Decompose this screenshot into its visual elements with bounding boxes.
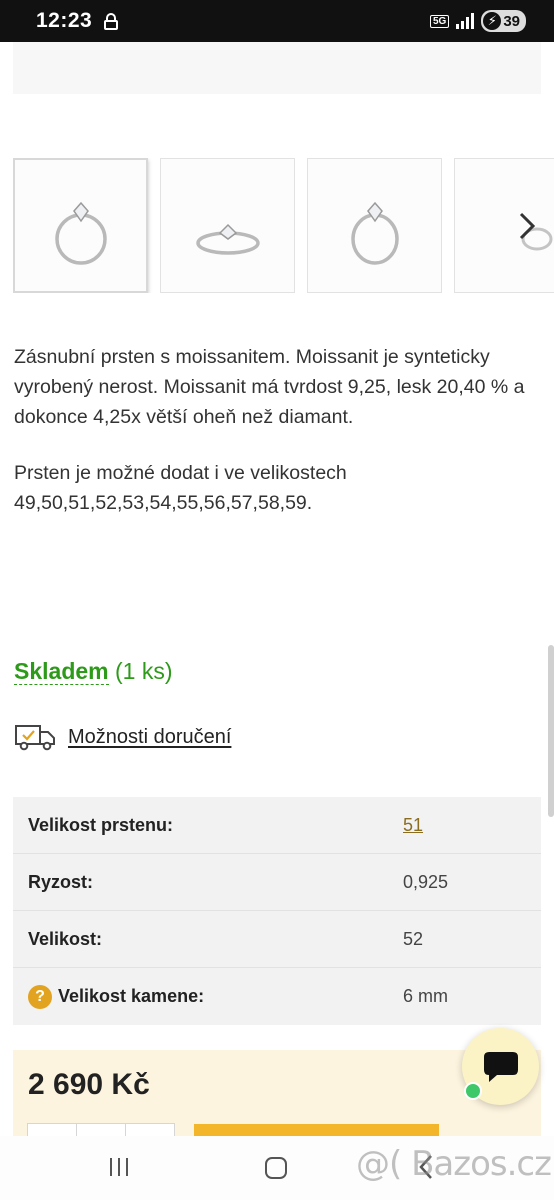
recent-apps-button[interactable] <box>110 1158 128 1176</box>
param-row-purity: Ryzost: 0,925 <box>13 854 541 911</box>
lock-icon <box>104 12 119 30</box>
param-value: 52 <box>403 928 424 949</box>
param-value: 0,925 <box>403 871 449 892</box>
add-to-cart-button[interactable] <box>194 1124 439 1136</box>
ring-size-link[interactable]: 51 <box>403 815 423 836</box>
battery-indicator: ⚡ 39 <box>481 10 526 32</box>
ring-thumbnail-1[interactable] <box>13 158 148 293</box>
bazos-watermark: @( Bazos.cz <box>356 1144 552 1184</box>
stock-status: Skladem (1 ks) <box>14 658 173 685</box>
ring-image <box>195 223 260 255</box>
stock-count: (1 ks) <box>115 658 173 684</box>
ring-thumbnail-2[interactable] <box>160 158 295 293</box>
status-indicators: 5G ⚡ 39 <box>429 10 526 32</box>
scrollbar-thumb[interactable] <box>548 645 554 817</box>
param-row-stone-size: ? Velikost kamene: 6 mm <box>13 968 541 1025</box>
battery-level: 39 <box>503 12 520 30</box>
chat-icon <box>483 1051 518 1082</box>
quantity-increase-button[interactable] <box>126 1124 174 1136</box>
param-label: Velikost kamene: <box>58 986 205 1006</box>
status-time: 12:23 <box>36 9 93 32</box>
product-price: 2 690 Kč <box>28 1068 150 1101</box>
quantity-input[interactable] <box>77 1124 126 1136</box>
available-sizes-text: Prsten je možné dodat i ve velikostech 4… <box>14 462 347 514</box>
main-product-image[interactable] <box>13 42 541 94</box>
ring-thumbnail-3[interactable] <box>307 158 442 293</box>
home-button[interactable] <box>265 1157 287 1179</box>
charging-icon: ⚡ <box>483 12 502 30</box>
truck-icon <box>15 725 55 751</box>
quantity-decrease-button[interactable] <box>28 1124 77 1136</box>
network-type: 5G <box>429 14 450 28</box>
chevron-right-icon[interactable] <box>510 200 544 252</box>
param-label: Velikost prstenu: <box>28 814 174 835</box>
help-icon[interactable]: ? <box>28 984 52 1009</box>
param-label: Velikost: <box>28 928 103 949</box>
delivery-link[interactable]: Možnosti doručení <box>68 726 231 749</box>
thumbnail-gallery <box>13 158 554 293</box>
system-nav-bar: @( Bazos.cz <box>0 1136 554 1200</box>
delivery-options[interactable]: Možnosti doručení <box>14 722 231 752</box>
product-description: Zásnubní prsten s moissanitem. Moissanit… <box>14 346 525 428</box>
param-row-size: Velikost: 52 <box>13 911 541 968</box>
ring-image <box>350 201 399 265</box>
product-parameters: Velikost prstenu: 51 Ryzost: 0,925 Velik… <box>13 797 541 1025</box>
param-label: Ryzost: <box>28 871 94 892</box>
online-status-dot <box>464 1082 482 1100</box>
ring-image <box>54 201 107 265</box>
stock-label[interactable]: Skladem <box>14 658 109 685</box>
param-row-ring-size: Velikost prstenu: 51 <box>13 797 541 854</box>
quantity-stepper[interactable] <box>27 1123 175 1136</box>
param-value: 6 mm <box>403 986 448 1006</box>
param-label-with-help: ? Velikost kamene: <box>13 984 403 1009</box>
signal-icon <box>456 13 475 29</box>
status-bar: 12:23 5G ⚡ 39 <box>0 0 554 42</box>
